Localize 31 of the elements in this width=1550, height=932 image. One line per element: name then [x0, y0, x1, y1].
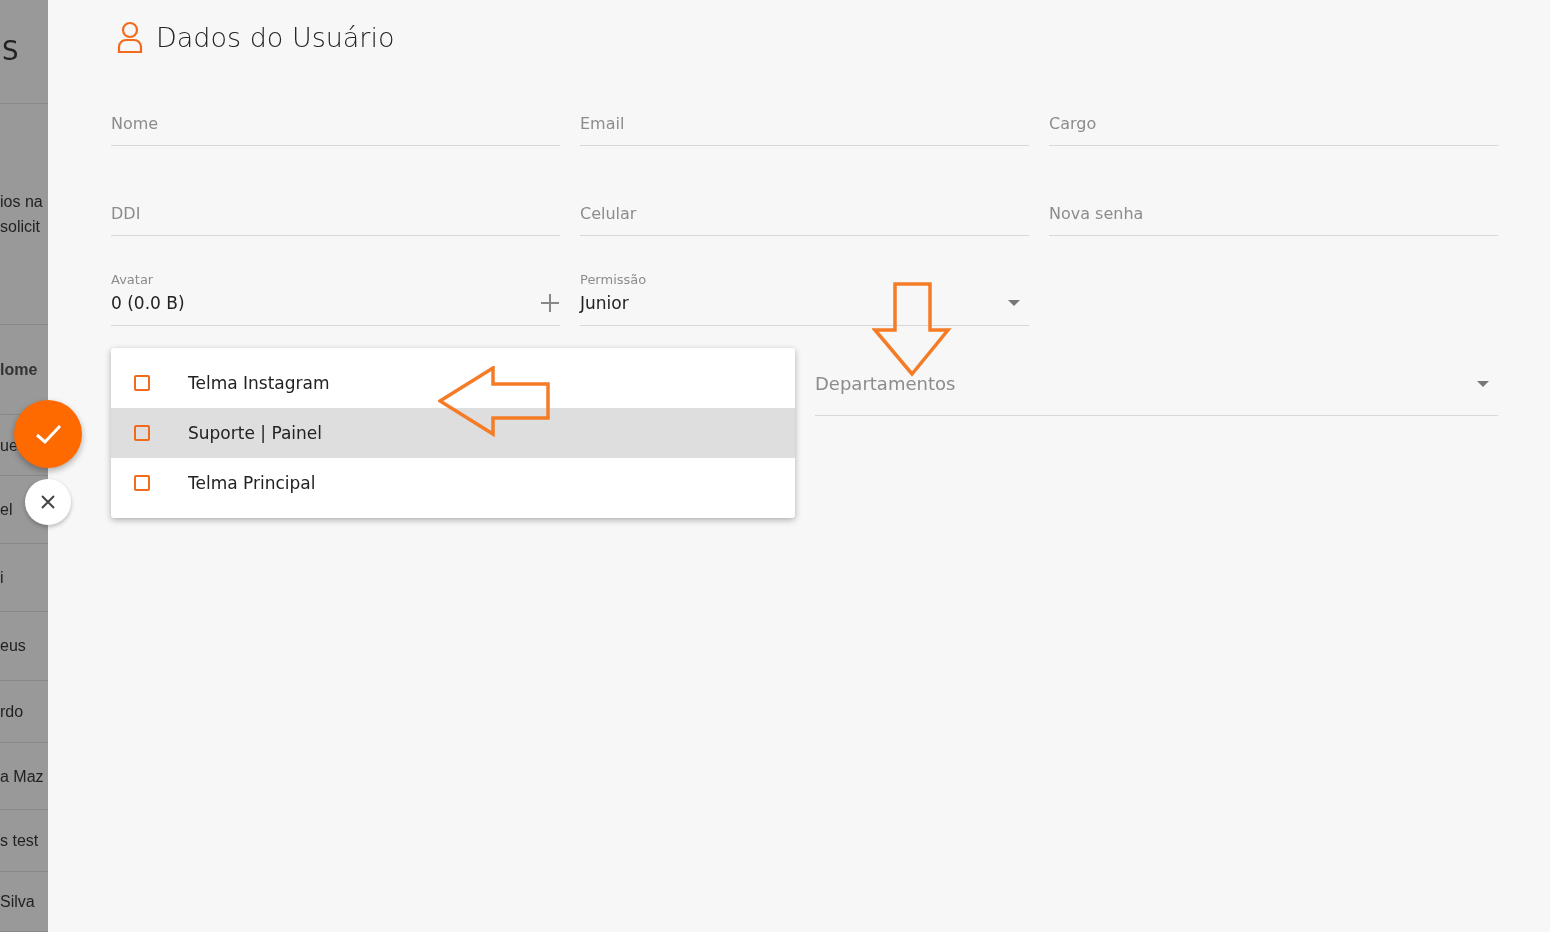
- sidebar-item-text[interactable]: Silva: [0, 889, 35, 915]
- input-field[interactable]: Nome: [111, 86, 560, 146]
- caret-icon: [1008, 300, 1020, 306]
- user-icon: [116, 20, 144, 54]
- sidebar-item-text[interactable]: solicit: [0, 213, 40, 239]
- input-field[interactable]: Celular: [580, 176, 1029, 236]
- input-field[interactable]: DDI: [111, 176, 560, 236]
- menu-option[interactable]: Telma Instagram: [111, 358, 795, 408]
- plus-icon: [540, 293, 560, 313]
- sidebar-item-text[interactable]: el: [0, 497, 13, 523]
- page-title: Dados do Usuário: [156, 21, 395, 53]
- sidebar-item-text[interactable]: ue: [0, 432, 18, 458]
- menu-option[interactable]: Telma Principal: [111, 458, 795, 508]
- dropdown-field[interactable]: Departamentos: [815, 326, 1498, 416]
- input-field[interactable]: Nova senha: [1049, 176, 1498, 236]
- sidebar-item-text[interactable]: ios na: [0, 188, 43, 214]
- sidebar-item-text[interactable]: i: [0, 565, 4, 591]
- menu-option[interactable]: Suporte | Painel: [111, 408, 795, 458]
- sidebar-item-text[interactable]: eus: [0, 633, 26, 659]
- sidebar-title: S: [2, 36, 19, 67]
- sidebar-item-text[interactable]: s test: [0, 828, 39, 854]
- input-field[interactable]: Email: [580, 86, 1029, 146]
- input-field[interactable]: Permissão Junior: [580, 266, 1029, 326]
- close-button[interactable]: [25, 479, 71, 525]
- input-field[interactable]: Avatar 0 (0.0 B): [111, 266, 560, 326]
- input-field[interactable]: Cargo: [1049, 86, 1498, 146]
- sidebar-item-text[interactable]: rdo: [0, 698, 24, 724]
- sidebar-item-text[interactable]: a Maz: [0, 763, 44, 789]
- caret-icon: [1477, 380, 1489, 387]
- sidebar-item-text[interactable]: lome: [0, 356, 38, 382]
- close-icon: [40, 494, 56, 510]
